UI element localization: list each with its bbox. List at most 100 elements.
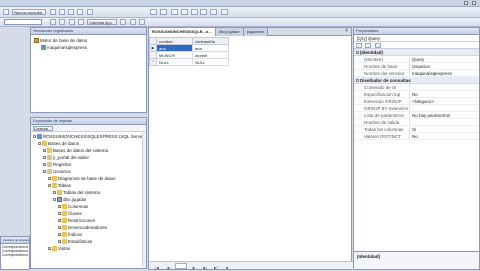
- tree-node[interactable]: + Claves: [33, 210, 144, 217]
- collapse-toggle-icon[interactable]: -: [33, 135, 36, 139]
- expand-toggle-icon[interactable]: +: [43, 149, 46, 153]
- property-value[interactable]: [410, 84, 479, 90]
- row-selector[interactable]: [149, 51, 157, 59]
- save-all-button[interactable]: [68, 9, 75, 15]
- nav-button[interactable]: ▶: [190, 265, 198, 271]
- tree-node[interactable]: + Desencadenadores: [33, 224, 144, 231]
- grid-cell[interactable]: NULL: [192, 58, 229, 66]
- property-value[interactable]: No: [410, 91, 479, 97]
- tree-node[interactable]: + Bases de datos del sistema: [33, 147, 144, 154]
- property-row[interactable]: (Nombre) Query: [354, 56, 479, 63]
- tree-node[interactable]: + Restricciones: [33, 217, 144, 224]
- toolbar-icon-12[interactable]: [77, 19, 84, 25]
- toolbar-dropdown[interactable]: [4, 19, 42, 25]
- undo-button[interactable]: [77, 9, 84, 15]
- expand-toggle-icon[interactable]: +: [58, 205, 61, 209]
- redo-button[interactable]: [86, 9, 93, 15]
- expand-toggle-icon[interactable]: +: [58, 240, 61, 244]
- minimize-button[interactable]: [464, 1, 468, 5]
- toolbar-icon-13[interactable]: [120, 19, 127, 25]
- toolbar-icon-6[interactable]: [200, 9, 207, 15]
- tree-node[interactable]: + Columnas: [33, 203, 144, 210]
- expand-toggle-icon[interactable]: +: [58, 219, 61, 223]
- property-value[interactable]: maquina\sqlexpress: [410, 70, 479, 76]
- property-row[interactable]: Especificación top No: [354, 91, 479, 98]
- property-row[interactable]: Nombre de salida: [354, 119, 479, 126]
- nav-button[interactable]: ▶|: [201, 265, 209, 271]
- property-row[interactable]: Nombre del servidor maquina\sqlexpress: [354, 70, 479, 77]
- grid-cell[interactable]: MONCHI: [156, 51, 193, 59]
- property-value[interactable]: No hay parámetros: [410, 112, 479, 118]
- connect-button[interactable]: Conectar: [33, 126, 53, 131]
- change-type-button[interactable]: Cambiar tipo: [87, 19, 118, 25]
- nav-button[interactable]: ◀: [164, 265, 172, 271]
- tree-node[interactable]: + jr_portal del saber: [33, 154, 144, 161]
- property-section-header[interactable]: - (Identidad): [354, 49, 479, 56]
- property-row[interactable]: Todas las columnas Sí: [354, 126, 479, 133]
- property-row[interactable]: Valores DISTINCT No: [354, 133, 479, 140]
- nav-button[interactable]: |◀: [153, 265, 161, 271]
- tree-node[interactable]: + Vistas: [33, 245, 144, 252]
- tree-node[interactable]: + Índices: [33, 231, 144, 238]
- toolbar-icon-8[interactable]: [220, 9, 228, 15]
- grid-cell[interactable]: ana: [192, 44, 229, 52]
- properties-object-selector[interactable]: [Qry] Query: [354, 35, 479, 42]
- collapse-toggle-icon[interactable]: -: [53, 198, 56, 202]
- property-value[interactable]: Sí: [410, 126, 479, 132]
- new-file-button[interactable]: [3, 9, 9, 15]
- grid-cell[interactable]: NULL: [156, 58, 193, 66]
- document-tab[interactable]: dbo.jugador: [215, 28, 244, 36]
- object-explorer-scrollbar[interactable]: [142, 133, 146, 267]
- tree-node[interactable]: - Bases de datos: [33, 140, 144, 147]
- property-section-header[interactable]: - Diseñador de consultas: [354, 77, 479, 84]
- property-value[interactable]: Query: [410, 56, 479, 62]
- collapse-toggle-icon[interactable]: -: [38, 142, 41, 146]
- alphabetical-button[interactable]: [365, 43, 372, 48]
- nav-button[interactable]: ▶*: [212, 265, 220, 271]
- toolbar-icon-7[interactable]: [210, 9, 218, 15]
- toolbar-icon-2[interactable]: [160, 9, 168, 15]
- table-row[interactable]: MONCHI otorbel: [149, 51, 229, 59]
- open-button[interactable]: [49, 9, 56, 15]
- document-tab[interactable]: jugadores: [243, 28, 269, 36]
- tree-node[interactable]: - ROSSU\MONCHESS\SQLEXPRESS (SQL Server 9…: [33, 133, 144, 140]
- tree-item-engine[interactable]: Motor de base de datos: [34, 37, 143, 44]
- expand-toggle-icon[interactable]: +: [43, 156, 46, 160]
- property-row[interactable]: Lista de parámetros No hay parámetros: [354, 112, 479, 119]
- column-header[interactable]: nombre: [156, 37, 193, 45]
- grid-cell[interactable]: ana: [156, 44, 193, 52]
- toolbar-icon-9[interactable]: [50, 19, 56, 25]
- property-row[interactable]: GROUP BY extensión: [354, 105, 479, 112]
- nav-button[interactable]: [175, 263, 187, 269]
- property-value[interactable]: Usuarios: [410, 63, 479, 69]
- categorized-button[interactable]: [356, 43, 362, 48]
- toolbar-icon-10[interactable]: [59, 19, 66, 25]
- property-value[interactable]: No: [410, 133, 479, 139]
- save-button[interactable]: [58, 9, 65, 15]
- toolbar-icon-1[interactable]: [150, 9, 157, 15]
- tree-node[interactable]: + Estadísticas: [33, 238, 144, 245]
- close-document-button[interactable]: ×: [345, 29, 348, 34]
- row-selector[interactable]: *: [149, 58, 157, 66]
- collapse-toggle-icon[interactable]: -: [48, 184, 51, 188]
- toolbar-icon-15[interactable]: [138, 19, 145, 25]
- table-row[interactable]: ▶ ana ana: [149, 44, 229, 52]
- expand-toggle-icon[interactable]: +: [58, 212, 61, 216]
- collapse-toggle-icon[interactable]: -: [356, 79, 359, 83]
- toolbar-icon-14[interactable]: [129, 19, 136, 25]
- new-query-button[interactable]: Nueva consulta: [12, 9, 47, 15]
- expand-toggle-icon[interactable]: +: [48, 177, 51, 181]
- property-row[interactable]: Extensión GROUP <Ninguno>: [354, 98, 479, 105]
- expand-toggle-icon[interactable]: +: [58, 226, 61, 230]
- toolbar-icon-3[interactable]: [170, 9, 178, 15]
- expand-toggle-icon[interactable]: +: [43, 163, 46, 167]
- toolbar-icon-5[interactable]: [191, 9, 199, 15]
- property-value[interactable]: [410, 119, 479, 125]
- tree-node[interactable]: + Diagramas de base de datos: [33, 175, 144, 182]
- expand-toggle-icon[interactable]: +: [53, 191, 56, 195]
- document-tab[interactable]: ROSSU\MONCHESS\SQLE...o...: [149, 28, 216, 36]
- tree-item-server[interactable]: maquina\sqlexpress: [34, 44, 143, 51]
- toolbar-icon-11[interactable]: [68, 19, 75, 25]
- tree-node[interactable]: - Tablas: [33, 182, 144, 189]
- tree-node[interactable]: + Registrar: [33, 161, 144, 168]
